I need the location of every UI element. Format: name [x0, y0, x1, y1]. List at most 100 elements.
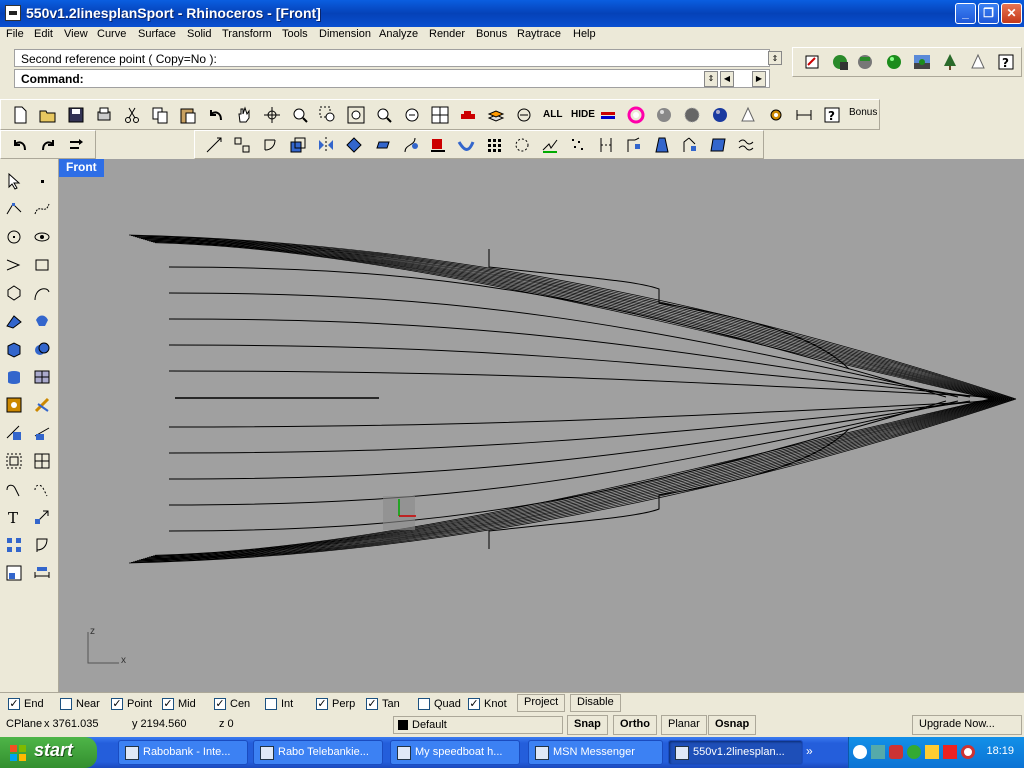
options-gear-icon[interactable]	[767, 106, 785, 124]
minimize-button[interactable]: _	[955, 3, 976, 24]
task-my-speedboat[interactable]: My speedboat h...	[390, 740, 520, 765]
surface-points-icon[interactable]	[5, 312, 23, 330]
render-tool-icon[interactable]	[5, 396, 23, 414]
command-input[interactable]: Command:	[14, 69, 770, 88]
start-button[interactable]: start	[0, 737, 97, 768]
osnap-checkbox[interactable]: ✓	[468, 697, 480, 710]
zoom-selected-icon[interactable]	[375, 106, 393, 124]
osnap-perp[interactable]: ✓ Perp	[316, 696, 355, 711]
mirror-icon[interactable]	[317, 136, 335, 154]
stretch-icon[interactable]	[681, 136, 699, 154]
upgrade-now-button[interactable]: Upgrade Now...	[912, 715, 1022, 735]
menu-render[interactable]: Render	[429, 28, 465, 40]
osnap-checkbox[interactable]	[418, 697, 430, 710]
task-msn-messenger[interactable]: MSN Messenger	[528, 740, 663, 765]
save-render-icon[interactable]	[831, 53, 849, 71]
osnap-tan[interactable]: ✓ Tan	[366, 696, 400, 711]
history-scroll-button[interactable]: ⇕	[768, 51, 782, 65]
undo-icon[interactable]	[207, 106, 225, 124]
taper-icon[interactable]	[653, 136, 671, 154]
shear-icon[interactable]	[373, 136, 391, 154]
osnap-cen[interactable]: ✓ Cen	[214, 696, 250, 711]
rhino-app-icon[interactable]	[5, 5, 21, 21]
zoom-extents-icon[interactable]	[803, 53, 821, 71]
osnap-int[interactable]: Int	[265, 696, 293, 711]
set-points-icon[interactable]	[569, 136, 587, 154]
menu-dimension[interactable]: Dimension	[319, 28, 371, 40]
text-icon[interactable]: T	[5, 508, 23, 526]
light-sphere-icon[interactable]	[683, 106, 701, 124]
osnap-near[interactable]: Near	[60, 696, 100, 711]
menu-tools[interactable]: Tools	[282, 28, 308, 40]
zoom-extents-2-icon[interactable]	[347, 106, 365, 124]
menu-curve[interactable]: Curve	[97, 28, 126, 40]
menu-surface[interactable]: Surface	[138, 28, 176, 40]
select-arrow-icon[interactable]	[5, 172, 23, 190]
layer-selector[interactable]: Default	[393, 716, 563, 734]
osnap-checkbox[interactable]	[60, 697, 72, 710]
dimension-tool-icon[interactable]	[33, 564, 51, 582]
osnap-end[interactable]: ✓ End	[8, 696, 44, 711]
align-icon[interactable]	[429, 136, 447, 154]
task-rhinoceros[interactable]: 550v1.2linesplan...	[668, 740, 803, 765]
help-2-icon[interactable]: ?	[823, 106, 841, 124]
viewport-title[interactable]: Front	[59, 159, 104, 177]
osnap-checkbox[interactable]: ✓	[162, 697, 174, 710]
new-file-icon[interactable]	[11, 106, 29, 124]
planar-toggle[interactable]: Planar	[661, 715, 707, 735]
project-icon[interactable]	[597, 136, 615, 154]
select-all-icon[interactable]	[515, 106, 533, 124]
spotlight-icon[interactable]	[969, 53, 987, 71]
print-icon[interactable]	[95, 106, 113, 124]
security-icon[interactable]	[925, 745, 939, 759]
scale-icon[interactable]	[289, 136, 307, 154]
extrude-curve-icon[interactable]	[33, 312, 51, 330]
osnap-toggle[interactable]: Osnap	[708, 715, 757, 735]
split-icon[interactable]	[33, 424, 51, 442]
lifebuoy-icon[interactable]	[961, 745, 975, 759]
redo-icon[interactable]	[39, 136, 57, 154]
msn-tray-icon[interactable]	[907, 745, 921, 759]
four-viewports-icon[interactable]	[431, 106, 449, 124]
shade-icon[interactable]	[856, 53, 874, 71]
trim-icon[interactable]	[5, 452, 23, 470]
free-curve-icon[interactable]	[33, 284, 51, 302]
help-icon[interactable]: ?	[997, 53, 1015, 71]
boolean-union-icon[interactable]	[33, 340, 51, 358]
menu-transform[interactable]: Transform	[222, 28, 272, 40]
save-icon[interactable]	[67, 106, 85, 124]
osnap-quad[interactable]: Quad	[418, 696, 461, 711]
open-file-icon[interactable]	[39, 106, 57, 124]
curve-icon[interactable]	[33, 200, 51, 218]
ortho-toggle[interactable]: Ortho	[613, 715, 657, 735]
rendered-sphere-icon[interactable]	[655, 106, 673, 124]
cylinder-icon[interactable]	[5, 368, 23, 386]
restore-button[interactable]: ❐	[978, 3, 999, 24]
close-button[interactable]: ✕	[1001, 3, 1022, 24]
paste-icon[interactable]	[179, 106, 197, 124]
spotlight-2-icon[interactable]	[739, 106, 757, 124]
light-tool-icon[interactable]	[33, 396, 51, 414]
disable-button[interactable]: Disable	[570, 694, 621, 712]
scale-tool-icon[interactable]	[33, 508, 51, 526]
rotate-tool-icon[interactable]	[33, 536, 51, 554]
orient-icon[interactable]	[345, 136, 363, 154]
menu-bonus[interactable]: Bonus	[476, 28, 507, 40]
osnap-knot[interactable]: ✓ Knot	[468, 696, 507, 711]
undo-view-icon[interactable]	[403, 106, 421, 124]
render-sphere-icon[interactable]	[885, 53, 903, 71]
alert-icon[interactable]	[943, 745, 957, 759]
smooth-icon[interactable]	[541, 136, 559, 154]
tree-icon[interactable]	[941, 53, 959, 71]
menu-edit[interactable]: Edit	[34, 28, 53, 40]
properties-tool-icon[interactable]	[5, 564, 23, 582]
osnap-checkbox[interactable]: ✓	[316, 697, 328, 710]
twist-icon[interactable]	[401, 136, 419, 154]
show-all-button[interactable]: ALL	[543, 109, 562, 120]
osnap-checkbox[interactable]: ✓	[214, 697, 226, 710]
menu-raytrace[interactable]: Raytrace	[517, 28, 561, 40]
command-right-button[interactable]: ▶	[752, 71, 766, 87]
ellipse-icon[interactable]	[33, 228, 51, 246]
box-icon[interactable]	[5, 340, 23, 358]
fillet-icon[interactable]	[5, 480, 23, 498]
